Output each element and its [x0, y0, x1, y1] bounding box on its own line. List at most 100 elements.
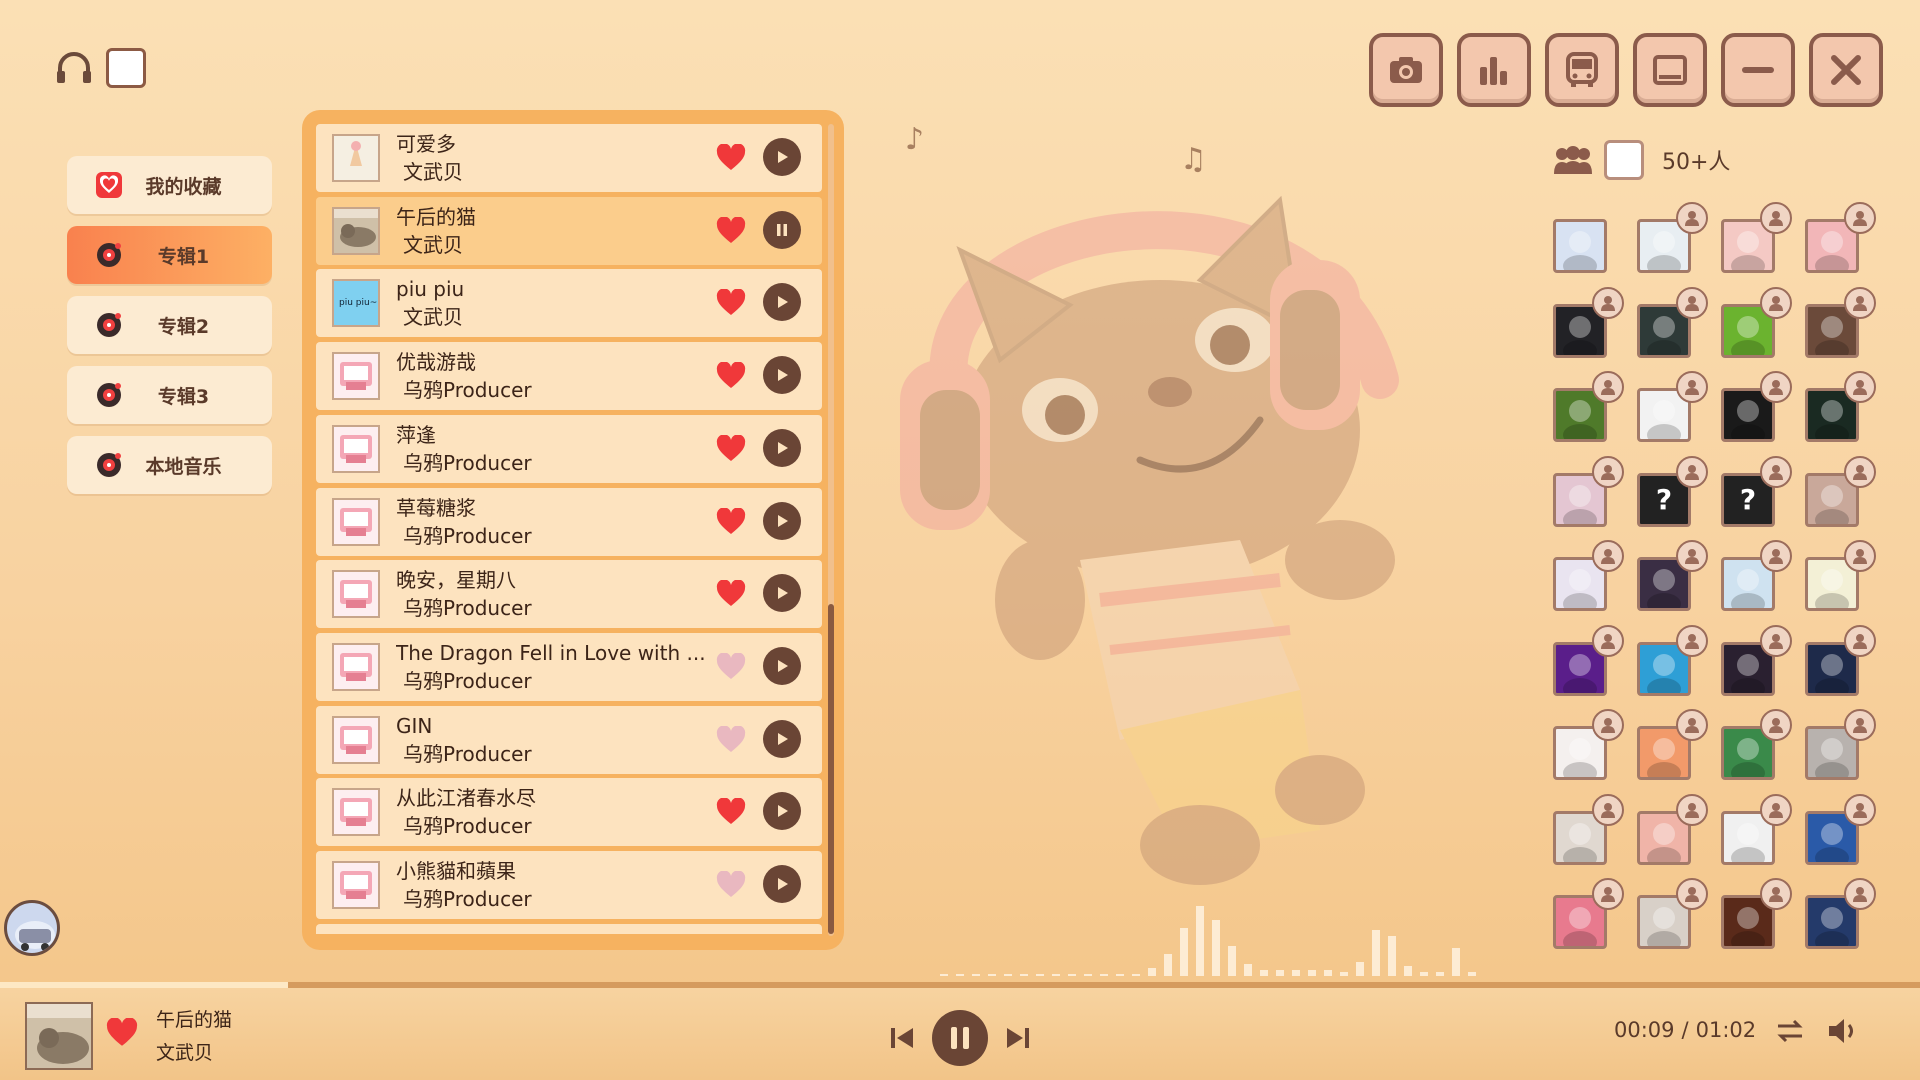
add-friend-badge[interactable] [1844, 793, 1876, 826]
window-mode-button[interactable] [1633, 33, 1707, 107]
add-friend-badge[interactable] [1676, 455, 1708, 488]
play-button[interactable] [763, 501, 801, 540]
add-friend-badge[interactable] [1844, 624, 1876, 657]
play-mode-icon[interactable] [1775, 1016, 1805, 1046]
user-avatar[interactable] [1721, 624, 1792, 700]
user-avatar[interactable] [1721, 371, 1792, 446]
user-avatar[interactable] [1637, 624, 1708, 700]
stats-button[interactable] [1457, 33, 1531, 107]
user-avatar[interactable] [1553, 624, 1624, 700]
add-friend-badge[interactable] [1760, 624, 1792, 657]
add-friend-badge[interactable] [1844, 878, 1876, 910]
add-friend-badge[interactable] [1760, 709, 1792, 741]
add-friend-badge[interactable] [1676, 709, 1708, 741]
add-friend-badge[interactable] [1676, 202, 1708, 234]
user-avatar[interactable] [1721, 540, 1792, 615]
user-avatar[interactable] [1553, 878, 1624, 953]
user-avatar[interactable] [1553, 219, 1607, 277]
add-friend-badge[interactable] [1592, 540, 1624, 572]
add-friend-badge[interactable] [1844, 709, 1876, 741]
add-friend-badge[interactable] [1760, 371, 1792, 403]
headphone-toggle-checkbox[interactable] [106, 48, 146, 88]
play-button[interactable] [763, 792, 801, 831]
add-friend-badge[interactable] [1592, 793, 1624, 826]
users-toggle-checkbox[interactable] [1604, 140, 1644, 180]
pause-button[interactable] [763, 210, 801, 249]
add-friend-badge[interactable] [1592, 286, 1624, 319]
now-playing-cover[interactable] [25, 1002, 93, 1070]
song-row[interactable]: 优哉游哉 乌鸦Producer [316, 342, 822, 411]
play-button[interactable] [763, 356, 801, 395]
user-avatar[interactable]: ? [1721, 455, 1792, 527]
sidebar-item-3[interactable]: 专辑3 [67, 366, 272, 424]
add-friend-badge[interactable] [1592, 878, 1624, 910]
like-heart-icon[interactable] [716, 216, 746, 245]
add-friend-badge[interactable] [1760, 540, 1792, 572]
play-pause-button[interactable] [932, 1010, 988, 1066]
add-friend-badge[interactable] [1844, 202, 1876, 234]
like-heart-icon[interactable] [716, 871, 746, 899]
user-avatar[interactable] [1637, 286, 1708, 362]
user-avatar[interactable] [1553, 793, 1624, 869]
like-heart-icon[interactable] [716, 362, 746, 390]
song-row[interactable]: 乘梗乘天 [316, 923, 822, 934]
user-avatar[interactable] [1805, 878, 1876, 953]
song-row[interactable]: 晚安，星期八 乌鸦Producer [316, 560, 822, 629]
like-heart-icon[interactable] [716, 798, 746, 826]
user-avatar[interactable] [1553, 455, 1624, 531]
like-heart-icon[interactable] [716, 434, 746, 463]
play-button[interactable] [763, 574, 801, 613]
user-avatar[interactable] [1805, 202, 1876, 277]
song-row[interactable]: 草莓糖浆 乌鸦Producer [316, 487, 822, 556]
like-heart-icon[interactable] [716, 289, 746, 317]
play-button[interactable] [763, 428, 801, 467]
previous-track-icon[interactable] [888, 1024, 916, 1052]
play-button[interactable] [763, 138, 801, 176]
screenshot-button[interactable] [1369, 33, 1443, 107]
add-friend-badge[interactable] [1592, 371, 1624, 403]
add-friend-badge[interactable] [1760, 455, 1792, 488]
song-row[interactable]: 午后的猫 文武贝 [316, 196, 822, 265]
add-friend-badge[interactable] [1844, 371, 1876, 403]
user-avatar[interactable] [1553, 540, 1624, 615]
user-avatar[interactable]: ? [1637, 455, 1708, 527]
user-avatar[interactable] [1637, 540, 1708, 615]
play-button[interactable] [763, 283, 801, 322]
user-avatar[interactable] [1553, 286, 1624, 362]
add-friend-badge[interactable] [1760, 202, 1792, 234]
headphone-icon[interactable] [54, 48, 94, 88]
bus-button[interactable] [1545, 33, 1619, 107]
like-heart-icon[interactable] [716, 725, 746, 754]
play-button[interactable] [763, 865, 801, 903]
add-friend-badge[interactable] [1592, 709, 1624, 741]
user-avatar-bubble[interactable] [4, 900, 60, 956]
song-row[interactable]: 可爱多 文武贝 [316, 124, 822, 192]
add-friend-badge[interactable] [1676, 540, 1708, 572]
song-row[interactable]: GIN 乌鸦Producer [316, 705, 822, 774]
add-friend-badge[interactable] [1676, 793, 1708, 826]
add-friend-badge[interactable] [1676, 624, 1708, 657]
add-friend-badge[interactable] [1844, 455, 1876, 488]
add-friend-badge[interactable] [1760, 286, 1792, 319]
user-avatar[interactable] [1721, 286, 1792, 362]
sidebar-item-1[interactable]: 专辑1 [67, 226, 272, 284]
song-row[interactable]: 萍逢 乌鸦Producer [316, 414, 822, 483]
add-friend-badge[interactable] [1676, 371, 1708, 403]
close-button[interactable] [1809, 33, 1883, 107]
song-row[interactable]: piu piu~ piu piu 文武贝 [316, 269, 822, 338]
song-list[interactable]: 可爱多 文武贝 午后的猫 文武贝 piu piu~ piu piu 文武贝 优哉游哉 乌鸦Pro… [316, 124, 822, 934]
like-heart-icon[interactable] [716, 144, 746, 172]
add-friend-badge[interactable] [1760, 793, 1792, 826]
user-avatar[interactable] [1805, 286, 1876, 362]
next-track-icon[interactable] [1004, 1024, 1032, 1052]
song-row[interactable]: 从此江渚春水尽 乌鸦Producer [316, 778, 822, 847]
like-heart-icon[interactable] [716, 580, 746, 608]
add-friend-badge[interactable] [1844, 540, 1876, 572]
add-friend-badge[interactable] [1676, 878, 1708, 910]
user-avatar[interactable] [1805, 371, 1876, 446]
user-avatar[interactable] [1637, 202, 1708, 277]
add-friend-badge[interactable] [1592, 624, 1624, 657]
user-avatar[interactable] [1805, 624, 1876, 700]
user-avatar[interactable] [1637, 709, 1708, 784]
volume-icon[interactable] [1825, 1014, 1859, 1048]
